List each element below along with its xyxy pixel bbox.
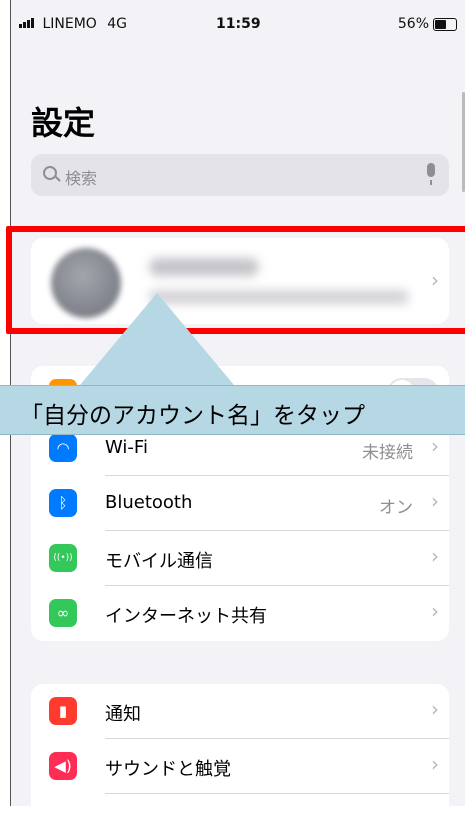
search-placeholder: 検索 [65, 169, 98, 188]
notifications-group: ▮ 通知 › ◀) サウンドと触覚 › ☾集中モード› [31, 684, 449, 806]
notification-icon: ▮ [49, 697, 77, 725]
bluetooth-icon: ᛒ [49, 489, 77, 517]
chevron-right-icon: › [431, 599, 439, 623]
wifi-icon: ◠ [49, 434, 77, 462]
carrier-info: LINEMO 4G [19, 16, 127, 32]
settings-row[interactable]: ▮ 通知 › [31, 684, 449, 739]
frame-bottom [0, 806, 465, 822]
status-bar: LINEMO 4G 11:59 56% [11, 10, 465, 40]
chevron-right-icon: › [431, 489, 439, 513]
callout-text: 「自分のアカウント名」をタップ [20, 403, 365, 429]
microphone-icon[interactable] [427, 163, 435, 185]
settings-row[interactable]: ∞ インターネット共有 › [31, 586, 449, 641]
signal-icon [19, 16, 35, 32]
settings-row-label: モバイル通信 [105, 551, 213, 572]
settings-row[interactable]: ᛒ Bluetooth オン › [31, 476, 449, 531]
settings-row-label: インターネット共有 [105, 606, 267, 627]
callout-pointer [80, 293, 234, 385]
settings-row[interactable]: ((•)) モバイル通信 › [31, 531, 449, 586]
chevron-right-icon: › [431, 697, 439, 721]
cellular-icon: ((•)) [49, 544, 77, 572]
settings-row[interactable]: ◀) サウンドと触覚 › [31, 739, 449, 794]
settings-row-label: Wi-Fi [105, 437, 148, 458]
settings-row[interactable]: ☾集中モード› [31, 794, 449, 806]
carrier-name: LINEMO [42, 16, 97, 32]
highlight-box [6, 226, 465, 334]
page-title: 設定 [31, 104, 96, 142]
battery-percent: 56% [397, 16, 429, 32]
hotspot-icon: ∞ [49, 599, 77, 627]
settings-row-label: 通知 [105, 704, 141, 725]
chevron-right-icon: › [431, 434, 439, 458]
chevron-right-icon: › [431, 752, 439, 776]
battery-icon [433, 17, 457, 31]
battery-status: 56% [398, 16, 457, 32]
chevron-right-icon: › [431, 544, 439, 568]
clock: 11:59 [216, 16, 261, 32]
instruction-callout: 「自分のアカウント名」をタップ [0, 385, 465, 435]
settings-row-label: サウンドと触覚 [105, 759, 231, 780]
settings-row-label: Bluetooth [105, 492, 193, 513]
search-icon [43, 166, 57, 180]
settings-row-value: 未接続 [362, 443, 413, 463]
settings-row-value: オン [379, 498, 413, 518]
sound-icon: ◀) [49, 752, 77, 780]
network-type: 4G [107, 16, 128, 32]
search-field[interactable]: 検索 [31, 154, 449, 196]
